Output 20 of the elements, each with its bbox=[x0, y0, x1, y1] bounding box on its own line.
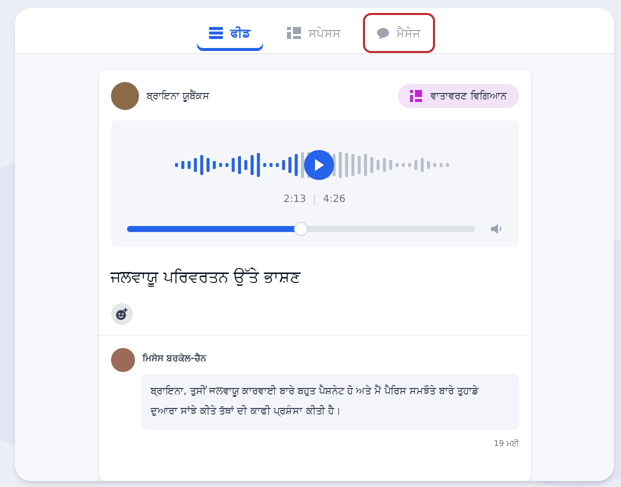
chat-bubble-icon bbox=[376, 28, 388, 38]
play-button[interactable] bbox=[304, 150, 334, 180]
avatar bbox=[110, 348, 134, 372]
list-icon bbox=[208, 27, 222, 39]
post-title: ਜਲਵਾਯੂ ਪਰਿਵਰਤਨ ਉੱਤੇ ਭਾਸ਼ਣ bbox=[109, 266, 302, 289]
comment-date: 19 ਮਈ bbox=[494, 438, 518, 450]
add-reaction-button[interactable] bbox=[110, 303, 132, 325]
play-icon bbox=[314, 159, 324, 171]
author-name: ਬ੍ਰਾਇਨਾ ਯੂਬੈਂਕਸ bbox=[146, 88, 210, 104]
elapsed-time: 2:13 bbox=[284, 193, 306, 207]
grid-icon bbox=[286, 27, 300, 39]
total-duration: 4:26 bbox=[323, 193, 346, 207]
commenter-name: ਮਿਸੇਸ ਬਰਕੇਲ-ਚੈਨ bbox=[142, 353, 206, 366]
grid-icon bbox=[410, 90, 422, 102]
avatar bbox=[110, 82, 138, 110]
smiley-plus-icon bbox=[115, 308, 128, 320]
topic-tag[interactable]: ਵਾਤਾਵਰਣ ਵਿਗਿਆਨ bbox=[398, 84, 518, 108]
slider-handle[interactable] bbox=[294, 222, 308, 236]
nav-tab[interactable]: ਫੀਡ bbox=[194, 13, 264, 53]
comment-bubble: ਬ੍ਰਾਇਨਾ, ਤੁਸੀਂ ਜਲਵਾਯੂ ਕਾਰਵਾਈ ਬਾਰੇ ਬਹੁਤ ਪੈਸ਼ਨੇਟ ਹੋ ਅਤੇ ਮੈਂ ਪੈਰਿਸ ਸਮਝੌਤੇ ਬਾਰੇ ਤੁਹਾਡੇ ਦੁਆਰਾ ਸਾਂਝੇ ਕੀਤੇ ਤੱਥਾਂ ਦੀ ਕਾਫੀ ਪ੍ਰਸ਼ੰਸਾ ਕੀਤੀ ਹੈ। bbox=[140, 374, 518, 430]
